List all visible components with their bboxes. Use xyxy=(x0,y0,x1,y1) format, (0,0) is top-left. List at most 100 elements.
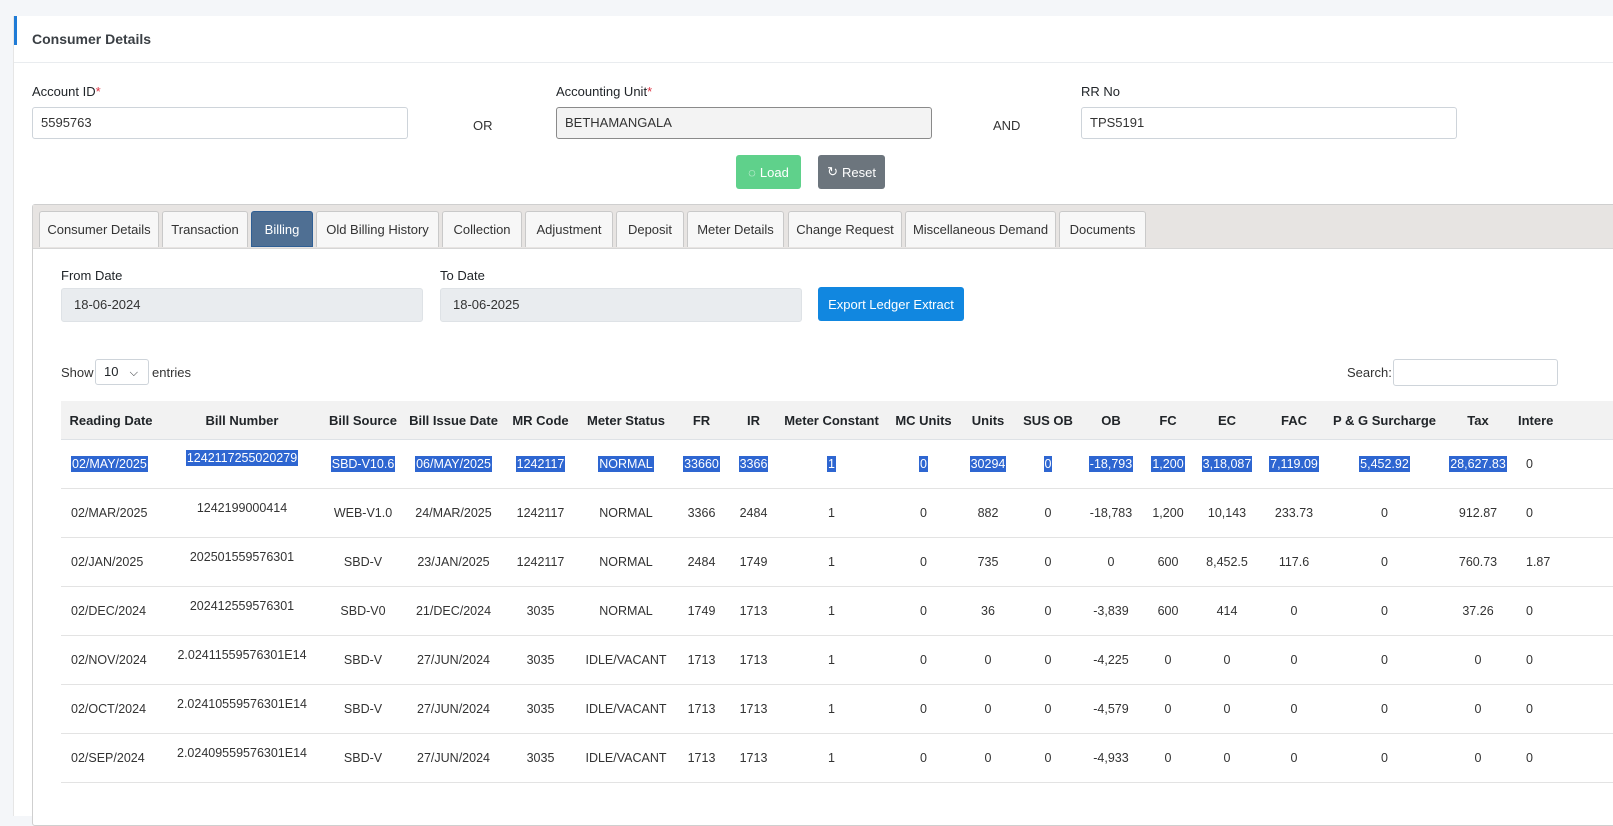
column-header[interactable]: EC xyxy=(1197,401,1257,440)
table-row[interactable]: 02/MAR/2025 1242199000414 WEB-V1.0 24/MAR/2… xyxy=(61,488,1613,538)
table-row[interactable]: 02/OCT/2024 2.02410559576301E14 SBD-V 27/JU… xyxy=(61,684,1613,734)
column-header[interactable]: Bill Source xyxy=(323,401,403,440)
header-accent-bar xyxy=(14,16,17,45)
tab-billing[interactable]: Billing xyxy=(251,211,313,247)
table-row[interactable]: 02/DEC/2024 202412559576301 SBD-V0 21/DEC/2… xyxy=(61,586,1613,636)
tab-consumer-details[interactable]: Consumer Details xyxy=(39,211,159,247)
column-header[interactable]: FC xyxy=(1139,401,1197,440)
table-cell: 0 xyxy=(1013,733,1083,783)
column-header[interactable]: Units xyxy=(963,401,1013,440)
column-header[interactable]: Tax xyxy=(1438,401,1518,440)
table-cell: 202501559576301 xyxy=(161,537,323,587)
table-cell: -3,839 xyxy=(1083,586,1139,636)
table-cell: 0 xyxy=(1438,733,1518,783)
table-cell: 760.73 xyxy=(1438,537,1518,587)
table-row[interactable]: 02/NOV/2024 2.02411559576301E14 SBD-V 27/JU… xyxy=(61,635,1613,685)
table-cell: 02/DEC/2024 xyxy=(61,586,161,636)
table-cell: 0 xyxy=(963,684,1013,734)
column-header[interactable]: SUS OB xyxy=(1013,401,1083,440)
table-cell: 0 xyxy=(1331,586,1438,636)
column-header[interactable]: MR Code xyxy=(504,401,577,440)
accounting-unit-select[interactable]: BETHAMANGALA xyxy=(556,107,932,139)
table-cell: 0 xyxy=(1197,733,1257,783)
column-header[interactable]: FR xyxy=(675,401,728,440)
tab-deposit[interactable]: Deposit xyxy=(616,211,684,247)
table-cell: 0 xyxy=(1438,635,1518,685)
table-cell: 1 xyxy=(779,439,884,489)
table-row[interactable]: 02/JAN/2025 202501559576301 SBD-V 23/JAN/20… xyxy=(61,537,1613,587)
table-cell: 600 xyxy=(1139,586,1197,636)
table-cell: 1242117 xyxy=(504,537,577,587)
table-cell: 02/JAN/2025 xyxy=(61,537,161,587)
table-row[interactable]: 02/SEP/2024 2.02409559576301E14 SBD-V 27/JU… xyxy=(61,733,1613,783)
column-header[interactable]: IR xyxy=(728,401,779,440)
table-cell: 0 xyxy=(884,635,963,685)
export-ledger-button[interactable]: Export Ledger Extract xyxy=(818,287,964,321)
load-button[interactable]: ◌ Load xyxy=(736,155,801,189)
table-cell: 0 xyxy=(1257,733,1331,783)
table-cell: 21/DEC/2024 xyxy=(403,586,504,636)
tab-change-request[interactable]: Change Request xyxy=(788,211,902,247)
table-cell: NORMAL xyxy=(577,439,675,489)
entries-select[interactable]: 10 ⌵ xyxy=(95,359,149,385)
table-cell: 0 xyxy=(1257,586,1331,636)
table-cell: 1713 xyxy=(728,684,779,734)
table-cell: 1,200 xyxy=(1139,488,1197,538)
from-date-input[interactable]: 18-06-2024 xyxy=(61,288,423,322)
table-cell: 0 xyxy=(1518,439,1613,489)
search-input[interactable] xyxy=(1393,359,1558,386)
table-cell: 0 xyxy=(1013,635,1083,685)
tab-collection[interactable]: Collection xyxy=(442,211,522,247)
to-date-input[interactable]: 18-06-2025 xyxy=(440,288,802,322)
table-cell: 02/MAY/2025 xyxy=(61,439,161,489)
and-label: AND xyxy=(993,118,1021,133)
column-header[interactable]: Meter Status xyxy=(577,401,675,440)
tab-miscellaneous-demand[interactable]: Miscellaneous Demand xyxy=(905,211,1056,247)
table-cell: 735 xyxy=(963,537,1013,587)
table-cell: IDLE/VACANT xyxy=(577,733,675,783)
table-cell: 28,627.83 xyxy=(1438,439,1518,489)
tab-bar: Consumer Details Transaction Billing Old… xyxy=(33,205,1613,249)
table-cell: 414 xyxy=(1197,586,1257,636)
column-header[interactable]: Intere xyxy=(1518,401,1613,440)
column-header[interactable]: OB xyxy=(1083,401,1139,440)
table-header-row: Reading Date Bill Number Bill Source Bill I… xyxy=(61,401,1613,440)
column-header[interactable]: FAC xyxy=(1257,401,1331,440)
table-cell: 882 xyxy=(963,488,1013,538)
table-cell: 0 xyxy=(1438,684,1518,734)
table-cell: 0 xyxy=(884,488,963,538)
table-cell: 117.6 xyxy=(1257,537,1331,587)
account-id-input[interactable]: 5595763 xyxy=(32,107,408,139)
table-cell: -18,783 xyxy=(1083,488,1139,538)
table-cell: 0 xyxy=(1013,537,1083,587)
table-cell: 1 xyxy=(779,733,884,783)
tab-documents[interactable]: Documents xyxy=(1059,211,1146,247)
tab-meter-details[interactable]: Meter Details xyxy=(687,211,784,247)
table-cell: 1 xyxy=(779,635,884,685)
account-id-label: Account ID* xyxy=(32,84,101,99)
reset-button[interactable]: ↻ Reset xyxy=(818,155,885,189)
table-cell: 0 xyxy=(1331,537,1438,587)
table-cell: 1 xyxy=(779,488,884,538)
entries-label: entries xyxy=(152,365,192,380)
table-cell: 36 xyxy=(963,586,1013,636)
table-cell: 0 xyxy=(1013,439,1083,489)
table-cell: SBD-V xyxy=(323,635,403,685)
table-cell: 27/JUN/2024 xyxy=(403,733,504,783)
table-cell: 0 xyxy=(1013,586,1083,636)
column-header[interactable]: Bill Number xyxy=(161,401,323,440)
to-date-label: To Date xyxy=(440,268,485,283)
tab-transaction[interactable]: Transaction xyxy=(162,211,248,247)
column-header[interactable]: Meter Constant xyxy=(779,401,884,440)
column-header[interactable]: P & G Surcharge xyxy=(1331,401,1438,440)
rr-no-input[interactable]: TPS5191 xyxy=(1081,107,1457,139)
column-header[interactable]: Bill Issue Date xyxy=(403,401,504,440)
refresh-icon: ↻ xyxy=(827,164,838,179)
column-header[interactable]: MC Units xyxy=(884,401,963,440)
table-row[interactable]: 02/MAY/2025 1242117255020279 SBD-V10.6 06/M… xyxy=(61,439,1613,489)
table-cell: 10,143 xyxy=(1197,488,1257,538)
table-cell: 233.73 xyxy=(1257,488,1331,538)
column-header[interactable]: Reading Date xyxy=(61,401,161,440)
tab-adjustment[interactable]: Adjustment xyxy=(525,211,613,247)
tab-old-billing-history[interactable]: Old Billing History xyxy=(316,211,439,247)
